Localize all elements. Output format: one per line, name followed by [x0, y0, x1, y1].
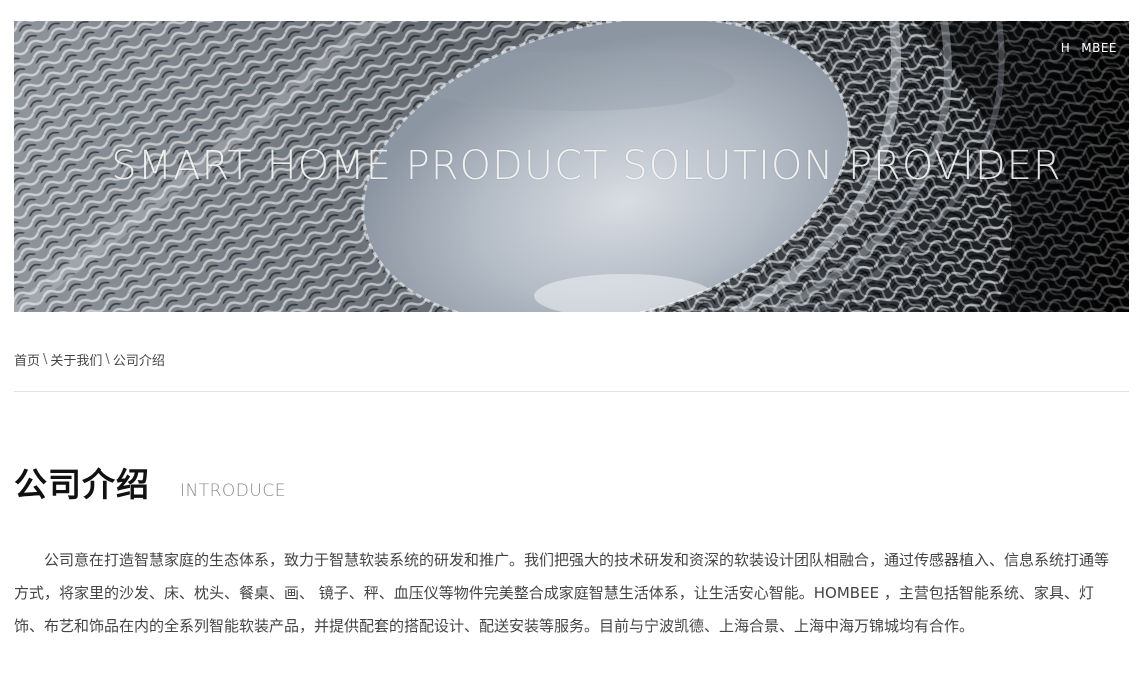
brand-logo[interactable]: H MBEE	[1061, 41, 1117, 55]
breadcrumb: 首页 \ 关于我们 \ 公司介绍	[14, 350, 165, 369]
section-heading: 公司介绍 INTRODUCE	[14, 458, 286, 506]
breadcrumb-about-link[interactable]: 关于我们	[50, 350, 102, 369]
divider	[14, 391, 1129, 392]
banner-title: SMART HOME PRODUCT SOLUTION PROVIDER	[111, 143, 1062, 189]
intro-paragraph: 公司意在打造智慧家庭的生态体系，致力于智慧软装系统的研发和推广。我们把强大的技术…	[14, 551, 1110, 635]
breadcrumb-current: 公司介绍	[112, 354, 165, 369]
hexagon-o-icon	[1071, 43, 1080, 53]
page: H MBEE SMART HOME PRODUCT SOLUTION PROVI…	[0, 0, 1144, 697]
section-title: 公司介绍	[14, 465, 150, 504]
section-subtitle: INTRODUCE	[180, 481, 286, 501]
breadcrumb-separator: \	[43, 352, 48, 367]
hero-banner: H MBEE SMART HOME PRODUCT SOLUTION PROVI…	[14, 21, 1129, 312]
breadcrumb-home-link[interactable]: 首页	[14, 350, 40, 369]
breadcrumb-separator: \	[105, 352, 110, 367]
